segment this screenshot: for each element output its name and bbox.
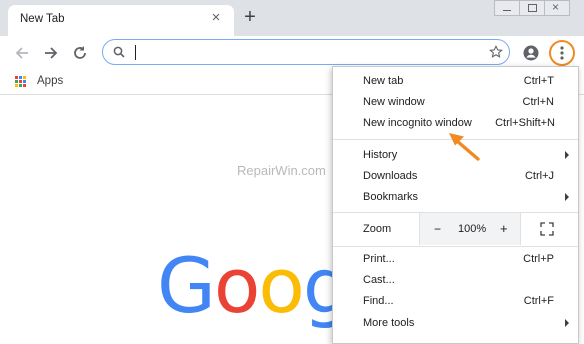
menu-item-label: History	[363, 149, 398, 161]
search-icon	[113, 46, 125, 58]
menu-item-new-tab[interactable]: New tab Ctrl+T	[333, 72, 578, 92]
menu-item-print[interactable]: Print... Ctrl+P	[333, 250, 578, 270]
menu-item-label: Cast...	[363, 274, 395, 286]
menu-item-label: Find...	[363, 295, 394, 307]
minimize-button[interactable]	[494, 0, 520, 16]
menu-item-label: Bookmarks	[363, 191, 419, 203]
menu-item-shortcut: Ctrl+F	[523, 295, 554, 307]
watermark: RepairWin.com	[237, 163, 326, 178]
menu-item-bookmarks[interactable]: Bookmarks	[333, 188, 578, 208]
menu-item-more-tools[interactable]: More tools	[333, 314, 578, 334]
title-bar: New Tab × + ×	[0, 0, 584, 36]
reload-icon[interactable]	[71, 44, 89, 62]
zoom-row: Zoom − 100% +	[333, 213, 578, 245]
logo-letter: o	[258, 241, 304, 330]
menu-button-highlight	[549, 40, 575, 66]
minimize-icon	[503, 10, 511, 11]
google-logo: Goog	[157, 248, 351, 324]
address-input[interactable]	[133, 43, 483, 61]
menu-item-label: New incognito window	[363, 117, 472, 129]
menu-item-new-window[interactable]: New window Ctrl+N	[333, 93, 578, 113]
zoom-in-button[interactable]: +	[500, 221, 508, 236]
apps-grid-icon[interactable]	[15, 76, 27, 88]
logo-letter: o	[213, 241, 260, 330]
menu-item-label: New window	[363, 96, 425, 108]
menu-item-shortcut: Ctrl+T	[523, 75, 554, 87]
submenu-arrow-icon	[565, 319, 569, 327]
annotation-arrow-icon	[449, 133, 480, 161]
submenu-arrow-icon	[565, 193, 569, 201]
menu-item-label: More tools	[363, 317, 415, 329]
menu-item-shortcut: Ctrl+Shift+N	[495, 117, 555, 129]
address-bar[interactable]	[102, 39, 510, 65]
profile-icon[interactable]	[523, 45, 539, 61]
menu-item-label: Downloads	[363, 170, 418, 182]
close-icon[interactable]: ×	[209, 10, 223, 25]
submenu-arrow-icon	[565, 151, 569, 159]
close-window-icon: ×	[552, 0, 560, 14]
zoom-label: Zoom	[363, 223, 392, 235]
menu-item-shortcut: Ctrl+J	[524, 170, 554, 182]
fullscreen-icon[interactable]	[540, 222, 554, 236]
menu-item-find[interactable]: Find... Ctrl+F	[333, 292, 578, 312]
menu-item-label: New tab	[363, 75, 404, 87]
zoom-level: 100%	[458, 223, 487, 235]
tab-title: New Tab	[20, 13, 65, 25]
logo-letter: G	[157, 241, 216, 330]
text-caret	[135, 45, 136, 60]
tab-new-tab[interactable]: New Tab ×	[8, 5, 234, 36]
chrome-main-menu: New tab Ctrl+T New window Ctrl+N New inc…	[332, 66, 579, 344]
menu-item-label: Print...	[363, 253, 395, 265]
zoom-out-button[interactable]: −	[434, 222, 441, 236]
toolbar	[0, 36, 584, 70]
maximize-button[interactable]	[519, 0, 545, 16]
bookmark-star-icon[interactable]	[489, 45, 503, 59]
menu-item-cast[interactable]: Cast...	[333, 271, 578, 291]
menu-item-shortcut: Ctrl+N	[522, 96, 554, 108]
apps-link[interactable]: Apps	[37, 75, 63, 87]
menu-item-downloads[interactable]: Downloads Ctrl+J	[333, 167, 578, 187]
back-arrow-icon[interactable]	[13, 44, 31, 62]
menu-item-shortcut: Ctrl+P	[523, 253, 554, 265]
close-window-button[interactable]: ×	[544, 0, 570, 16]
new-tab-plus-icon[interactable]: +	[241, 7, 259, 27]
maximize-icon	[528, 4, 537, 12]
forward-arrow-icon[interactable]	[42, 44, 60, 62]
menu-divider	[333, 246, 578, 247]
zoom-controls: − 100% +	[419, 213, 521, 245]
